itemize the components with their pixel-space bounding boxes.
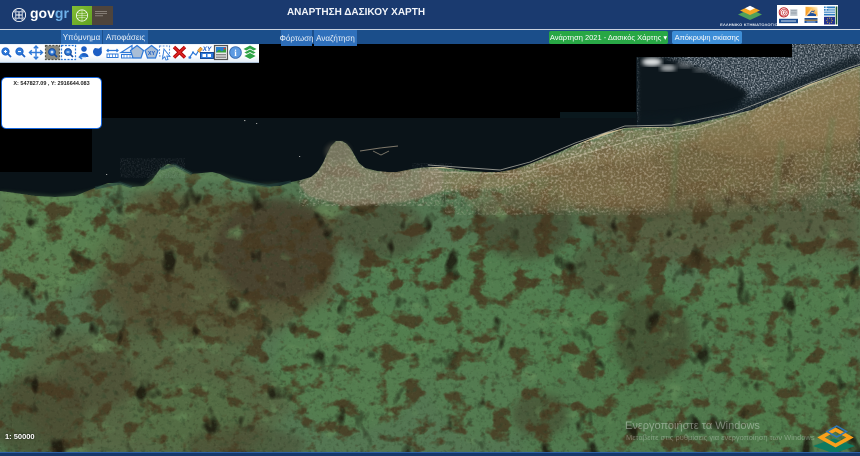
svg-text:XY: XY — [148, 51, 156, 57]
svg-text:XY: XY — [202, 46, 212, 53]
svg-text:@: @ — [780, 7, 788, 17]
